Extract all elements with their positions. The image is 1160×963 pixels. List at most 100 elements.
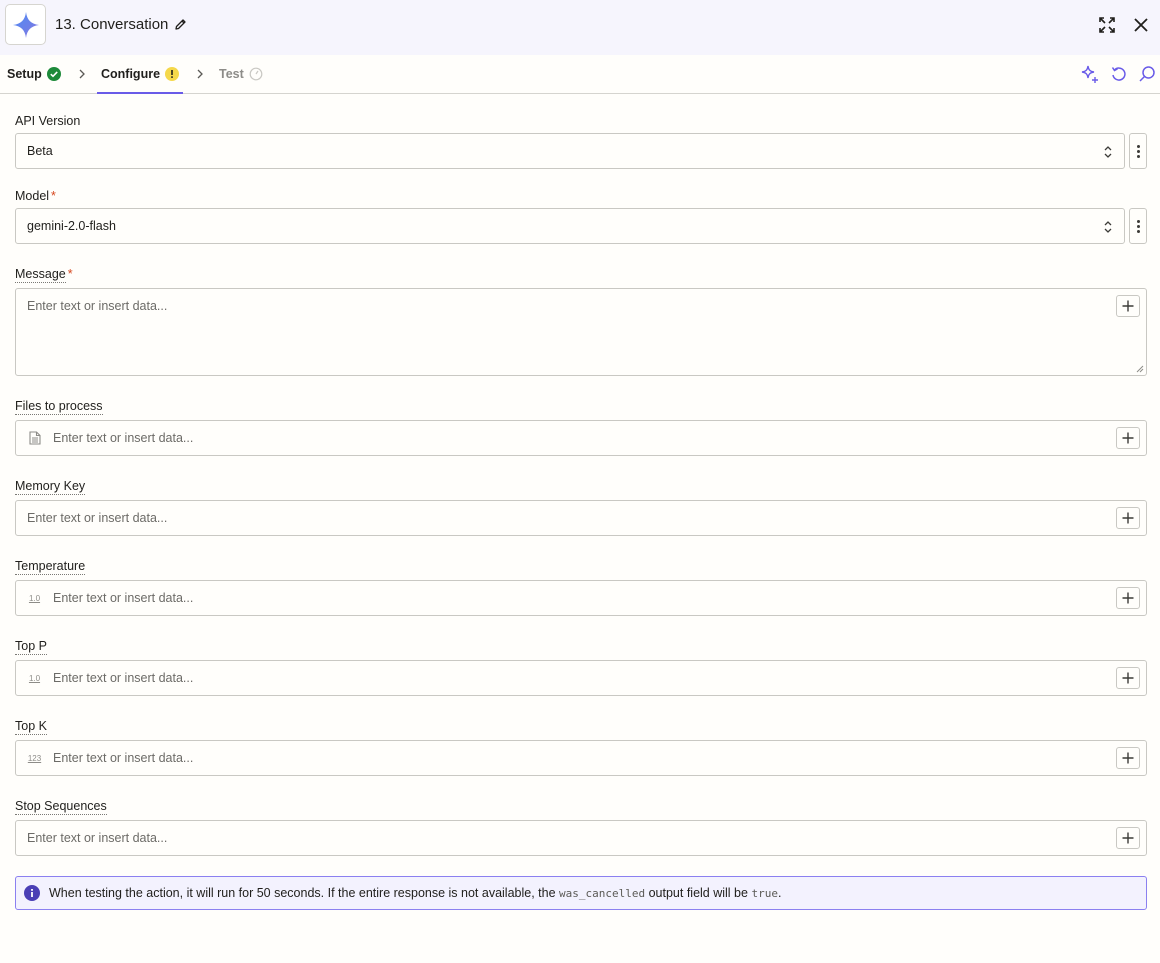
plus-icon [1122, 432, 1134, 444]
top-k-label: Top K [15, 719, 47, 735]
chevron-right-icon [79, 69, 85, 79]
top-p-label: Top P [15, 639, 47, 655]
info-text-after: . [777, 886, 782, 900]
message-input[interactable]: Enter text or insert data... [15, 288, 1147, 376]
plus-icon [1122, 832, 1134, 844]
tab-configure[interactable]: Configure [96, 55, 184, 94]
memory-key-input[interactable]: Enter text or insert data... [15, 500, 1147, 536]
integer-number-icon: 123 [27, 753, 42, 763]
step-title[interactable]: 13. Conversation [55, 16, 187, 33]
close-button[interactable] [1130, 14, 1152, 36]
files-input[interactable]: Enter text or insert data... [15, 420, 1147, 456]
dot [1136, 219, 1140, 223]
undo-button[interactable] [1109, 64, 1129, 84]
temperature-placeholder: Enter text or insert data... [53, 591, 194, 605]
search-button[interactable] [1137, 64, 1157, 84]
top-p-insert-data-button[interactable] [1116, 667, 1140, 689]
gemini-sparkle-icon [12, 11, 39, 38]
top-p-placeholder: Enter text or insert data... [53, 671, 194, 685]
tab-setup[interactable]: Setup [7, 55, 61, 93]
info-icon [24, 885, 40, 901]
required-mark: * [51, 189, 56, 203]
plus-icon [1122, 752, 1134, 764]
stop-sequences-input[interactable]: Enter text or insert data... [15, 820, 1147, 856]
temperature-label-text: Temperature [15, 559, 86, 575]
message-insert-data-button[interactable] [1116, 295, 1140, 317]
info-code-field: was_cancelled [559, 887, 646, 900]
plus-icon [1122, 592, 1134, 604]
api-version-value: Beta [27, 144, 53, 158]
info-callout: When testing the action, it will run for… [15, 876, 1147, 910]
decimal-number-icon: 1.0 [28, 673, 41, 683]
memory-key-placeholder: Enter text or insert data... [27, 511, 168, 525]
ai-assist-button[interactable] [1080, 64, 1100, 84]
model-value: gemini-2.0-flash [27, 219, 116, 233]
app-logo [5, 4, 46, 45]
top-k-label-text: Top K [15, 719, 47, 735]
stop-sequences-placeholder: Enter text or insert data... [27, 831, 168, 845]
message-label: Message * [15, 267, 73, 283]
step-title-text: 13. Conversation [55, 16, 169, 33]
tab-setup-label: Setup [7, 67, 42, 81]
file-icon [27, 431, 42, 445]
select-arrows-icon [1104, 221, 1112, 233]
expand-button[interactable] [1096, 14, 1118, 36]
dot [1136, 229, 1140, 233]
close-icon [1134, 18, 1148, 32]
memory-key-label: Memory Key [15, 479, 86, 495]
model-label-text: Model [15, 189, 50, 203]
tab-test[interactable]: Test [219, 55, 263, 93]
chevron-right-icon [197, 69, 203, 79]
expand-icon [1099, 17, 1115, 33]
dot [1136, 149, 1140, 153]
stop-sequences-label-text: Stop Sequences [15, 799, 107, 815]
model-more-button[interactable] [1129, 208, 1147, 244]
info-text-before: When testing the action, it will run for… [49, 886, 556, 900]
top-k-input[interactable]: 123 Enter text or insert data... [15, 740, 1147, 776]
check-circle-icon [46, 67, 61, 81]
dot [1136, 154, 1140, 158]
search-icon [1139, 66, 1155, 82]
required-mark: * [67, 267, 73, 281]
api-version-more-button[interactable] [1129, 133, 1147, 169]
message-placeholder: Enter text or insert data... [27, 299, 168, 313]
plus-icon [1122, 512, 1134, 524]
files-insert-data-button[interactable] [1116, 427, 1140, 449]
timer-icon [249, 67, 263, 81]
dot [1136, 144, 1140, 148]
sparkles-icon [1081, 65, 1098, 83]
memory-key-insert-data-button[interactable] [1116, 507, 1140, 529]
files-label: Files to process [15, 399, 103, 415]
stop-sequences-label: Stop Sequences [15, 799, 107, 815]
undo-icon [1111, 67, 1126, 81]
memory-key-label-text: Memory Key [15, 479, 86, 495]
select-arrows-icon [1104, 146, 1112, 158]
dot [1136, 224, 1140, 228]
tab-test-label: Test [219, 67, 244, 81]
api-version-label: API Version [15, 114, 80, 128]
files-label-text: Files to process [15, 399, 103, 415]
api-version-select[interactable]: Beta [15, 133, 1125, 169]
top-k-insert-data-button[interactable] [1116, 747, 1140, 769]
step-header: 13. Conversation [0, 0, 1160, 55]
decimal-number-icon: 1.0 [28, 593, 41, 603]
top-p-label-text: Top P [15, 639, 47, 655]
plus-icon [1122, 300, 1134, 312]
files-placeholder: Enter text or insert data... [53, 431, 194, 445]
top-p-input[interactable]: 1.0 Enter text or insert data... [15, 660, 1147, 696]
temperature-label: Temperature [15, 559, 86, 575]
tab-configure-label: Configure [101, 67, 161, 81]
step-tabs: Setup Configure Test [0, 55, 1160, 94]
pencil-icon[interactable] [174, 18, 187, 31]
temperature-input[interactable]: 1.0 Enter text or insert data... [15, 580, 1147, 616]
message-label-text: Message [15, 267, 66, 283]
model-select[interactable]: gemini-2.0-flash [15, 208, 1125, 244]
temperature-insert-data-button[interactable] [1116, 587, 1140, 609]
stop-sequences-insert-data-button[interactable] [1116, 827, 1140, 849]
model-label: Model * [15, 189, 56, 203]
info-text-middle: output field will be [648, 886, 748, 900]
resize-grip-icon[interactable] [1136, 365, 1144, 373]
api-version-label-text: API Version [15, 114, 81, 128]
plus-icon [1122, 672, 1134, 684]
info-text: When testing the action, it will run for… [49, 886, 781, 900]
